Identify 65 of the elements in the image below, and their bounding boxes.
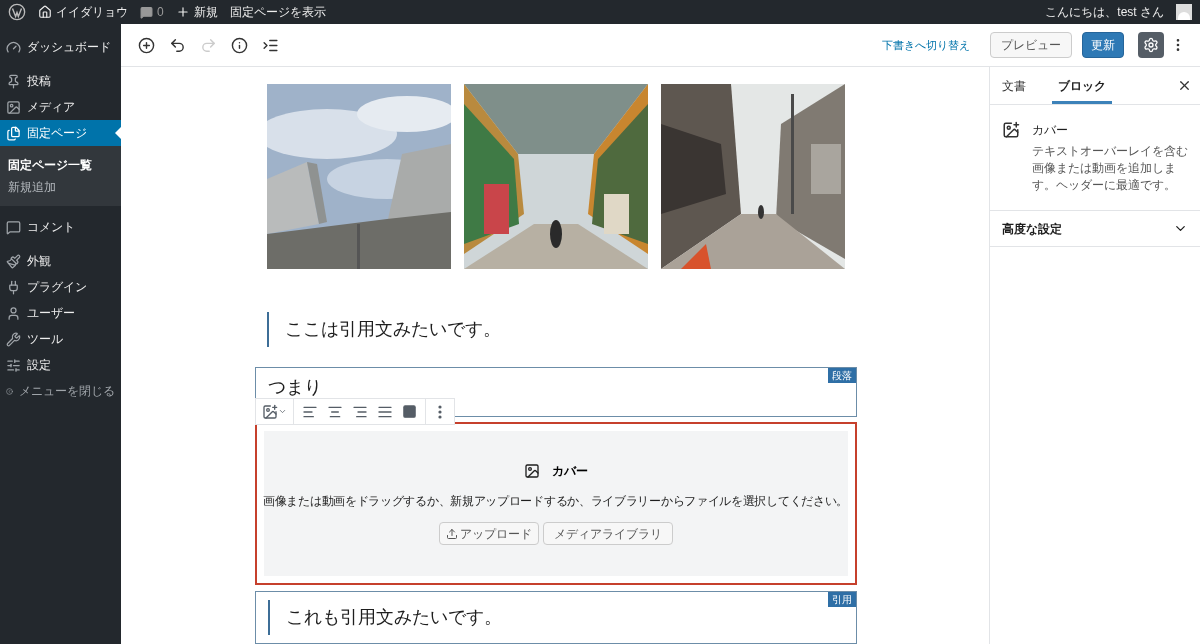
menu-item[interactable]: 固定ページ (0, 120, 121, 146)
quote-text: これも引用文みたいです。 (285, 607, 502, 627)
brush-icon (6, 253, 21, 269)
greeting-link[interactable]: こんにちは、test さん (1045, 3, 1164, 21)
menu-item[interactable]: コメント (0, 214, 121, 240)
cover-instructions: 画像または動画をドラッグするか、新規アップロードするか、ライブラリーからファイルを選択してください。 (263, 493, 848, 511)
site-name-link[interactable]: イイダリョウ (38, 3, 128, 21)
menu-item[interactable]: ツール (0, 326, 121, 352)
image-icon (523, 463, 540, 480)
dropdown-caret-icon (277, 407, 287, 416)
block-type-label: 段落 (827, 368, 856, 383)
quote-text: ここは引用文みたいです。 (284, 319, 501, 339)
cover-title: カバー (551, 463, 588, 481)
comment-icon (140, 5, 153, 19)
cover-block-icon (1002, 121, 1020, 139)
menu-item[interactable]: プラグイン (0, 274, 121, 300)
menu-item[interactable]: 投稿 (0, 68, 121, 94)
current-arrow-icon (115, 127, 121, 139)
pin-icon (6, 73, 21, 89)
media-icon (6, 99, 21, 115)
comment-icon (6, 219, 21, 235)
image-icon (261, 403, 278, 420)
upload-button[interactable]: アップロード (438, 522, 539, 546)
menu-item[interactable]: ユーザー (0, 300, 121, 326)
preview-button[interactable]: プレビュー (990, 32, 1072, 58)
pages-icon (6, 125, 21, 141)
add-block-icon (138, 36, 155, 54)
redo-icon (200, 36, 217, 54)
home-icon (38, 5, 52, 19)
menu-item[interactable]: 設定 (0, 352, 121, 378)
switch-to-draft-link[interactable]: 下書きへ切り替え (882, 36, 970, 54)
paragraph-text: つまり (267, 377, 322, 397)
submenu-item[interactable]: 固定ページ一覧 (0, 154, 121, 176)
block-description: テキストオーバーレイを含む画像または動画を追加します。ヘッダーに最適です。 (1032, 143, 1188, 194)
menu-item[interactable]: ダッシュボード (0, 34, 121, 60)
full-width-icon (401, 404, 417, 419)
gauge-icon (6, 39, 21, 55)
sidebar-tab[interactable]: 文書 (1002, 67, 1026, 104)
settings-button[interactable] (1138, 32, 1164, 58)
close-icon[interactable] (1177, 78, 1192, 93)
submenu-item[interactable]: 新規追加 (0, 176, 121, 198)
new-link[interactable]: 新規 (175, 3, 218, 21)
more-options-icon (437, 404, 442, 419)
user-icon (6, 305, 21, 321)
gear-icon (1143, 37, 1159, 53)
undo-icon (169, 36, 186, 54)
menu-item[interactable]: メニューを閉じる (0, 378, 121, 404)
wordpress-logo-icon[interactable] (8, 3, 26, 21)
plus-icon (175, 5, 190, 19)
plug-icon (6, 279, 21, 295)
upload-icon (445, 527, 458, 540)
update-button[interactable]: 更新 (1082, 32, 1124, 58)
block-type-label: 引用 (827, 592, 856, 607)
wrench-icon (6, 331, 21, 347)
menu-item[interactable]: 外観 (0, 248, 121, 274)
menu-item[interactable]: メディア (0, 94, 121, 120)
full-width-button[interactable] (401, 404, 417, 419)
block-name: カバー (1032, 122, 1069, 139)
sliders-icon (6, 357, 21, 373)
sidebar-tab[interactable]: ブロック (1052, 67, 1112, 104)
media-library-button[interactable]: メディアライブラリ (542, 522, 673, 546)
advanced-settings-toggle[interactable]: 高度な設定 (990, 211, 1200, 247)
info-icon (231, 36, 248, 54)
comments-link[interactable]: 0 (140, 3, 164, 21)
view-page-link[interactable]: 固定ページを表示 (229, 3, 326, 21)
